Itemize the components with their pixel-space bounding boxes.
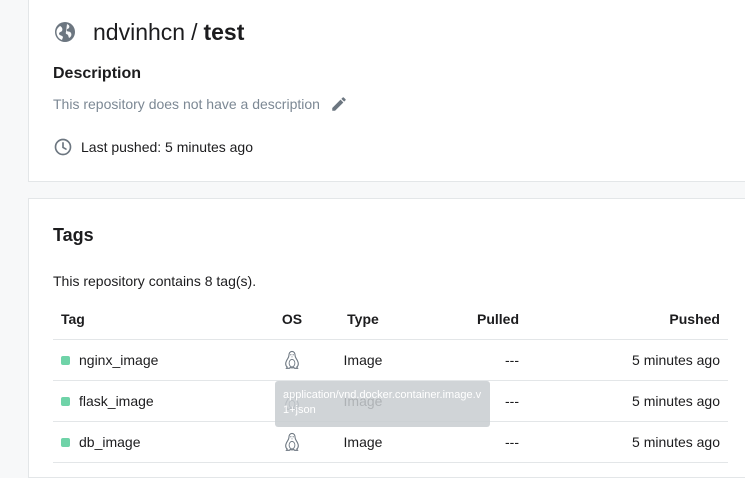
tag-name-link[interactable]: db_image xyxy=(79,434,141,450)
os-cell xyxy=(259,339,325,381)
column-header-pushed[interactable]: Pushed xyxy=(527,299,728,340)
tag-name-link[interactable]: nginx_image xyxy=(79,352,158,368)
type-cell: Image xyxy=(325,421,401,463)
tag-cell: nginx_image xyxy=(53,339,259,381)
linux-icon[interactable] xyxy=(283,350,301,370)
tag-status-dot xyxy=(61,396,70,406)
tags-card: Tags This repository contains 8 tag(s). … xyxy=(28,198,745,478)
repository-name: test xyxy=(203,18,245,45)
column-header-tag[interactable]: Tag xyxy=(53,299,259,340)
pulled-cell: --- xyxy=(401,339,527,381)
os-type-tooltip: application/vnd.docker.container.image.v… xyxy=(275,381,490,427)
table-row: nginx_image Image --- 5 minutes ago xyxy=(53,339,728,381)
table-row: db_image Image --- 5 minutes ago xyxy=(53,421,728,463)
last-pushed: Last pushed: 5 minutes ago xyxy=(53,137,253,157)
repository-namespace[interactable]: ndvinhcn xyxy=(93,19,185,46)
tag-status-dot xyxy=(61,355,70,365)
table-header-row: Tag OS Type Pulled Pushed xyxy=(53,299,728,340)
pencil-icon[interactable] xyxy=(330,95,348,113)
last-pushed-text: Last pushed: 5 minutes ago xyxy=(81,139,254,155)
tags-count: This repository contains 8 tag(s). xyxy=(53,273,257,289)
pushed-cell: 5 minutes ago xyxy=(527,380,728,422)
description-text: This repository does not have a descript… xyxy=(53,96,320,112)
description-row: This repository does not have a descript… xyxy=(53,95,348,113)
pushed-cell: 5 minutes ago xyxy=(527,339,728,381)
pushed-cell: 5 minutes ago xyxy=(527,421,728,463)
globe-icon xyxy=(55,22,75,42)
repository-title: ndvinhcn / test xyxy=(53,17,244,47)
description-heading: Description xyxy=(53,65,142,82)
pulled-cell: --- xyxy=(401,421,527,463)
clock-icon xyxy=(54,138,72,156)
tag-cell: flask_image xyxy=(53,380,259,422)
tag-status-dot xyxy=(61,437,70,447)
column-header-type: Type xyxy=(325,299,401,340)
repository-info-card: ndvinhcn / test Description This reposit… xyxy=(28,0,745,182)
tag-name-link[interactable]: flask_image xyxy=(79,393,154,409)
title-separator: / xyxy=(191,18,198,45)
tags-heading: Tags xyxy=(53,225,94,245)
column-header-pulled[interactable]: Pulled xyxy=(401,299,527,340)
column-header-os: OS xyxy=(259,299,325,340)
os-cell xyxy=(259,421,325,463)
tag-cell: db_image xyxy=(53,421,259,463)
type-cell: Image xyxy=(325,339,401,381)
linux-icon[interactable] xyxy=(283,432,301,452)
